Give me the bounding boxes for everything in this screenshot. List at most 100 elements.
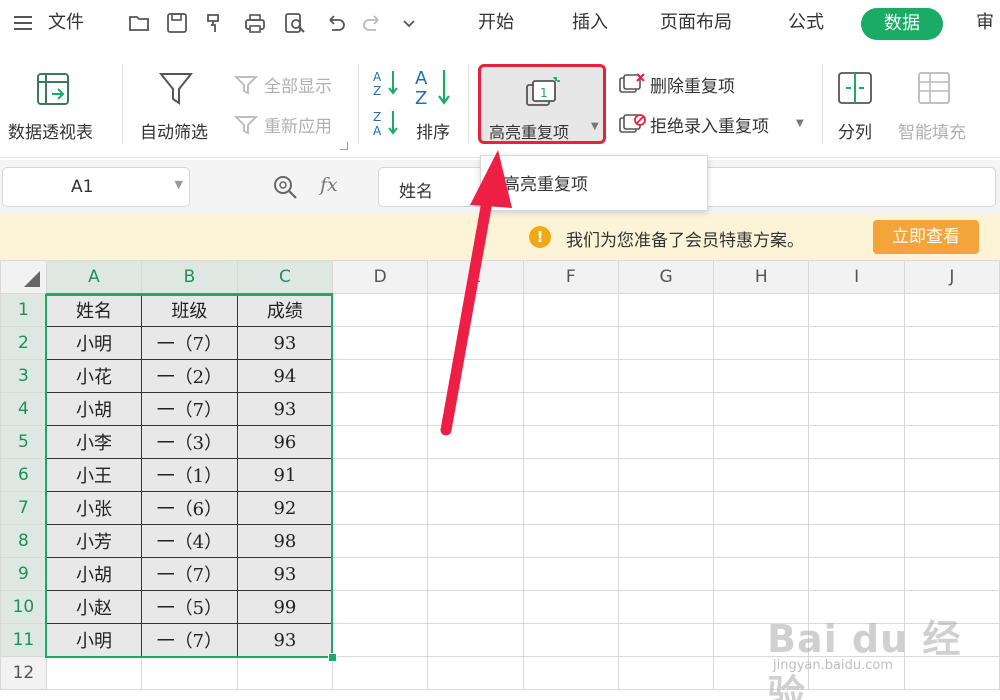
empty-cell[interactable] bbox=[522, 557, 619, 591]
empty-cell[interactable] bbox=[332, 458, 429, 492]
tab-home[interactable]: 开始 bbox=[478, 0, 514, 46]
save-icon[interactable] bbox=[166, 12, 188, 34]
empty-cell[interactable] bbox=[332, 425, 429, 459]
data-cell[interactable]: 一（5） bbox=[141, 590, 238, 624]
empty-cell[interactable] bbox=[808, 293, 905, 327]
empty-cell[interactable] bbox=[903, 458, 1000, 492]
empty-cell[interactable] bbox=[332, 326, 429, 360]
row-header[interactable]: 8 bbox=[0, 524, 47, 558]
row-header[interactable]: 6 bbox=[0, 458, 47, 492]
row-header[interactable]: 9 bbox=[0, 557, 47, 591]
data-cell[interactable]: 小李 bbox=[45, 425, 143, 459]
sort-button[interactable]: 排序 bbox=[416, 118, 450, 143]
empty-cell[interactable] bbox=[522, 392, 619, 426]
empty-cell[interactable] bbox=[332, 656, 429, 690]
data-cell[interactable]: 98 bbox=[236, 524, 334, 558]
undo-icon[interactable] bbox=[324, 12, 346, 34]
reapply-button[interactable]: 重新应用 bbox=[264, 112, 332, 137]
empty-cell[interactable] bbox=[427, 557, 524, 591]
tab-insert[interactable]: 插入 bbox=[572, 0, 608, 46]
view-now-button[interactable]: 立即查看 bbox=[873, 220, 979, 254]
empty-cell[interactable] bbox=[617, 425, 715, 459]
row-header[interactable]: 4 bbox=[0, 392, 47, 426]
redo-icon[interactable] bbox=[362, 12, 384, 34]
sort-ascending-icon[interactable]: AZ bbox=[372, 68, 400, 98]
empty-cell[interactable] bbox=[332, 392, 429, 426]
empty-cell[interactable] bbox=[522, 590, 619, 624]
data-cell[interactable]: 一（7） bbox=[141, 557, 238, 591]
header-cell-class[interactable]: 班级 bbox=[141, 293, 238, 327]
empty-cell[interactable] bbox=[427, 293, 524, 327]
chevron-down-icon[interactable]: ▼ bbox=[175, 178, 183, 191]
empty-cell[interactable] bbox=[332, 293, 429, 327]
format-painter-icon[interactable] bbox=[204, 12, 226, 34]
empty-cell[interactable] bbox=[332, 590, 429, 624]
empty-cell[interactable] bbox=[427, 425, 524, 459]
empty-cell[interactable] bbox=[522, 425, 619, 459]
print-icon[interactable] bbox=[244, 12, 266, 34]
smart-fill-icon[interactable] bbox=[916, 70, 952, 106]
data-cell[interactable]: 小王 bbox=[45, 458, 143, 492]
empty-cell[interactable] bbox=[617, 392, 715, 426]
data-cell[interactable]: 94 bbox=[236, 359, 334, 393]
empty-cell[interactable] bbox=[522, 524, 619, 558]
tab-review[interactable]: 审 bbox=[976, 0, 994, 46]
header-cell-score[interactable]: 成绩 bbox=[236, 293, 334, 327]
smart-fill-button[interactable]: 智能填充 bbox=[898, 118, 966, 143]
data-cell[interactable]: 99 bbox=[236, 590, 334, 624]
fill-handle[interactable] bbox=[328, 653, 337, 662]
data-cell[interactable]: 小芳 bbox=[45, 524, 143, 558]
quick-access-dropdown-icon[interactable] bbox=[398, 12, 420, 34]
empty-cell[interactable] bbox=[713, 326, 810, 360]
data-cell[interactable]: 小明 bbox=[45, 326, 143, 360]
data-cell[interactable]: 一（2） bbox=[141, 359, 238, 393]
row-header[interactable]: 7 bbox=[0, 491, 47, 525]
empty-cell[interactable] bbox=[808, 491, 905, 525]
tab-data[interactable]: 数据 bbox=[861, 8, 943, 40]
empty-cell[interactable] bbox=[141, 656, 238, 690]
data-cell[interactable]: 一（4） bbox=[141, 524, 238, 558]
text-to-columns-button[interactable]: 分列 bbox=[838, 118, 872, 143]
row-header[interactable]: 2 bbox=[0, 326, 47, 360]
column-header-h[interactable]: H bbox=[713, 260, 810, 294]
row-header[interactable]: 1 bbox=[0, 293, 47, 327]
empty-cell[interactable] bbox=[427, 524, 524, 558]
data-cell[interactable]: 一（6） bbox=[141, 491, 238, 525]
empty-cell[interactable] bbox=[617, 359, 715, 393]
delete-duplicates-icon[interactable] bbox=[618, 72, 646, 96]
row-header[interactable]: 3 bbox=[0, 359, 47, 393]
data-cell[interactable]: 小赵 bbox=[45, 590, 143, 624]
empty-cell[interactable] bbox=[332, 359, 429, 393]
autofilter-button[interactable]: 自动筛选 bbox=[140, 118, 208, 143]
column-header-i[interactable]: I bbox=[808, 260, 905, 294]
empty-cell[interactable] bbox=[903, 326, 1000, 360]
empty-cell[interactable] bbox=[427, 326, 524, 360]
empty-cell[interactable] bbox=[332, 491, 429, 525]
empty-cell[interactable] bbox=[617, 656, 715, 690]
data-cell[interactable]: 93 bbox=[236, 392, 334, 426]
empty-cell[interactable] bbox=[903, 491, 1000, 525]
data-cell[interactable]: 93 bbox=[236, 557, 334, 591]
empty-cell[interactable] bbox=[427, 656, 524, 690]
empty-cell[interactable] bbox=[332, 557, 429, 591]
column-header-b[interactable]: B bbox=[141, 260, 238, 295]
select-all-corner[interactable] bbox=[0, 260, 47, 294]
empty-cell[interactable] bbox=[808, 425, 905, 459]
tab-page-layout[interactable]: 页面布局 bbox=[660, 0, 732, 46]
empty-cell[interactable] bbox=[903, 392, 1000, 426]
row-header[interactable]: 5 bbox=[0, 425, 47, 459]
show-all-button[interactable]: 全部显示 bbox=[264, 72, 332, 97]
data-cell[interactable]: 93 bbox=[236, 326, 334, 360]
empty-cell[interactable] bbox=[617, 293, 715, 327]
empty-cell[interactable] bbox=[617, 623, 715, 657]
empty-cell[interactable] bbox=[332, 623, 429, 657]
highlight-duplicates-button[interactable]: 1 高亮重复项 ▼ bbox=[478, 64, 606, 144]
pivot-table-icon[interactable] bbox=[36, 72, 70, 106]
empty-cell[interactable] bbox=[808, 326, 905, 360]
column-header-f[interactable]: F bbox=[522, 260, 619, 294]
empty-cell[interactable] bbox=[808, 458, 905, 492]
data-cell[interactable]: 小胡 bbox=[45, 392, 143, 426]
zoom-search-icon[interactable] bbox=[272, 174, 298, 200]
column-header-d[interactable]: D bbox=[332, 260, 429, 294]
dialog-launcher-icon[interactable] bbox=[340, 142, 348, 150]
